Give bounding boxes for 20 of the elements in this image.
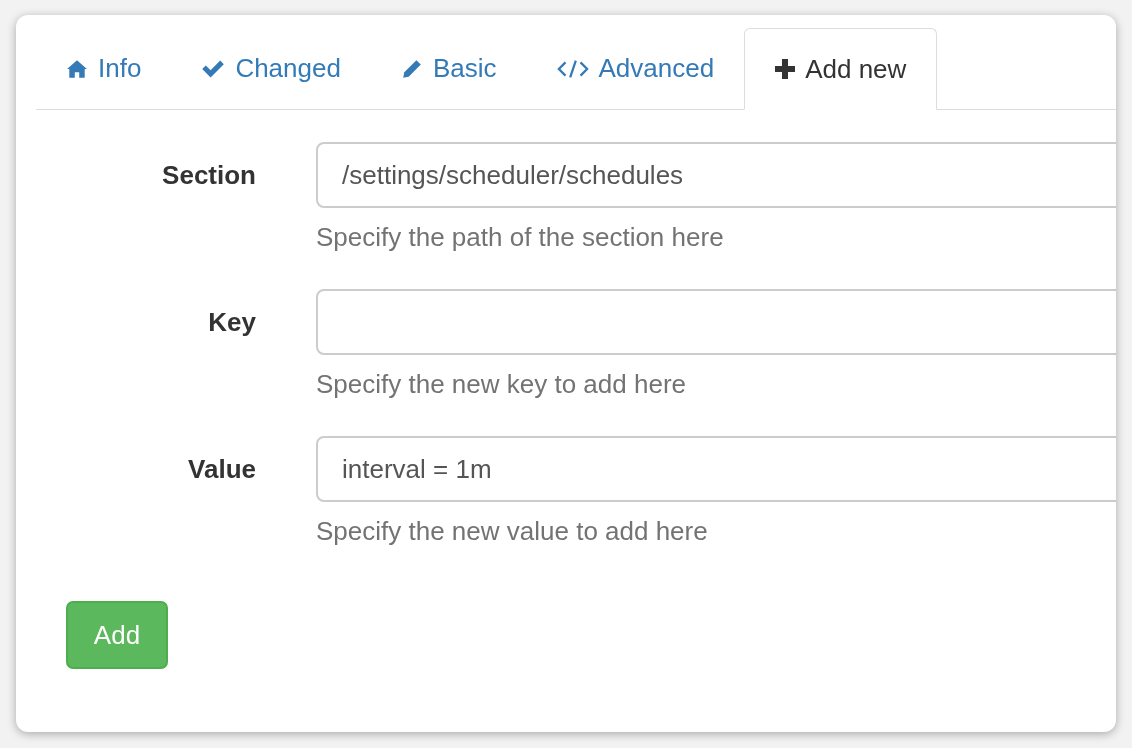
check-icon xyxy=(201,58,226,79)
pencil-icon xyxy=(400,57,423,80)
field-label: Key xyxy=(207,306,256,339)
input-field[interactable]: /settings/scheduler/schedules xyxy=(316,142,1116,208)
help-text: Specify the new key to add here xyxy=(316,369,687,400)
plus-icon xyxy=(775,59,796,79)
tab[interactable]: Changed xyxy=(171,28,371,110)
home-icon xyxy=(66,58,88,79)
tab[interactable]: Basic xyxy=(370,28,527,110)
help-text: Specify the new value to add here xyxy=(316,516,709,547)
tab[interactable]: Advanced xyxy=(526,28,745,110)
input-field[interactable] xyxy=(316,289,1116,355)
code-icon xyxy=(556,58,589,79)
tab[interactable]: Info xyxy=(36,28,172,110)
field-label: Section xyxy=(161,159,256,192)
input-field[interactable]: interval = 1m xyxy=(316,436,1116,502)
field-label: Value xyxy=(187,453,256,486)
add-button[interactable]: Add xyxy=(66,601,168,669)
tab[interactable]: Add new xyxy=(744,28,938,110)
help-text: Specify the path of the section here xyxy=(316,222,725,253)
